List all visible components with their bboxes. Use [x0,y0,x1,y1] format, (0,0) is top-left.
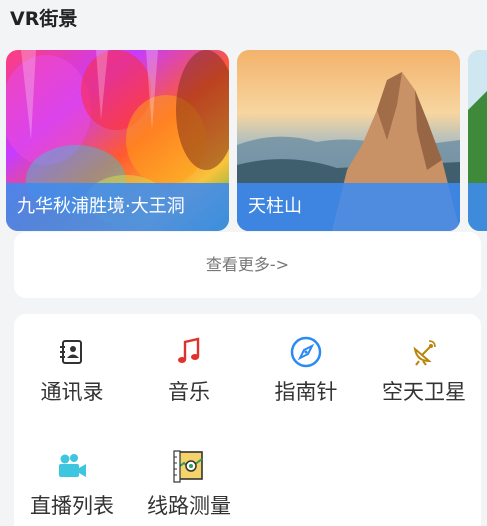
vr-card-mountain[interactable]: 天柱山 [237,50,460,231]
tool-label: 空天卫星 [382,380,466,404]
vr-card-caption: 九华秋浦胜境·大王洞 [6,183,229,231]
vr-card-caption [468,183,487,231]
tool-compass[interactable]: 指南针 [251,334,361,406]
tool-label: 线路测量 [147,494,231,518]
vr-carousel[interactable]: 九华秋浦胜境·大王洞 天柱山 [0,50,487,232]
video-camera-icon [17,448,127,484]
tool-label: 直播列表 [30,494,114,518]
music-note-icon [134,334,244,370]
tool-contacts[interactable]: 通讯录 [17,334,127,406]
tool-label: 通讯录 [40,380,104,404]
map-measure-icon [134,448,244,484]
section-title: VR街景 [10,8,78,30]
tool-label: 指南针 [274,380,338,404]
satellite-dish-icon [369,334,479,370]
compass-icon [251,334,361,370]
tool-satellite[interactable]: 空天卫星 [369,334,479,406]
tool-music[interactable]: 音乐 [134,334,244,406]
vr-card-cave[interactable]: 九华秋浦胜境·大王洞 [6,50,229,231]
tool-label: 音乐 [168,380,210,404]
tool-live-list[interactable]: 直播列表 [17,448,127,520]
vr-card-caption: 天柱山 [237,183,460,231]
contacts-icon [17,334,127,370]
vr-card-partial[interactable] [468,50,487,231]
tool-route-measure[interactable]: 线路测量 [134,448,244,520]
tools-panel: 通讯录 音乐 指南针 空天卫星 直播列表 线路测量 [14,314,481,526]
view-more-link[interactable]: 查看更多-> [14,232,481,298]
